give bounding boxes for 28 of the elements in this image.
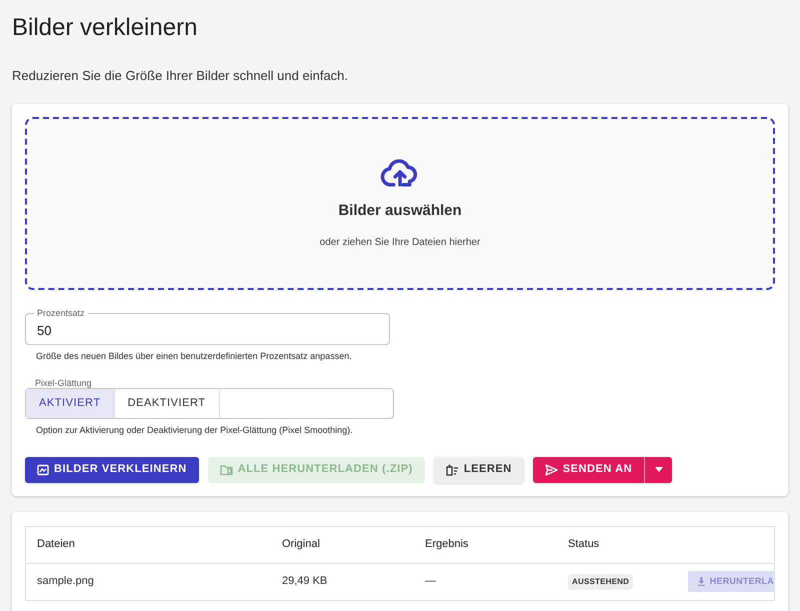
clear-button[interactable]: LEEREN [434,456,524,482]
clear-list-icon [446,464,459,476]
helper-text: Option zur Aktivierung oder Deaktivierung der Pixel-Glättung (Pixel Smoothing). [36,424,354,437]
send-icon [544,464,558,476]
helper-text: Größe des neuen Bildes über einen benutzerdefinierten Prozentsatz anpassen. [36,350,353,363]
download-icon [697,577,706,586]
column-header: Dateien [37,538,75,550]
column-header: Status [568,538,600,550]
dropzone-title: Bilder auswählen [338,201,462,222]
column-header: Original [282,538,320,550]
field-label: Prozentsatz [34,306,88,318]
dropzone[interactable]: Bilder auswählen oder ziehen Sie Ihre Dateien hierher [25,116,775,290]
status-badge: AUSSTEHEND [568,574,634,590]
table-cell: — [425,575,436,588]
page-subtitle: Reduzieren Sie die Größe Ihrer Bilder schnell und einfach. [12,67,350,85]
table-cell: sample.png [37,575,94,588]
image-icon [37,464,49,476]
resize-button[interactable]: BILDER VERKLEINERN [25,456,199,482]
dropzone-hint: oder ziehen Sie Ihre Dateien hierher [320,236,480,250]
page-title: Bilder verkleinern [12,13,198,43]
field-label: Pixel-Glättung [34,378,93,388]
folder-icon [220,464,233,476]
toggle-button[interactable]: AKTIVIERT [26,389,115,418]
column-header: Ergebnis [425,538,468,550]
dropdown-button[interactable] [644,456,672,482]
send-to-button[interactable]: SENDEN AN [532,456,644,482]
caret-icon [654,467,663,472]
table-cell: 29,49 KB [282,575,328,588]
